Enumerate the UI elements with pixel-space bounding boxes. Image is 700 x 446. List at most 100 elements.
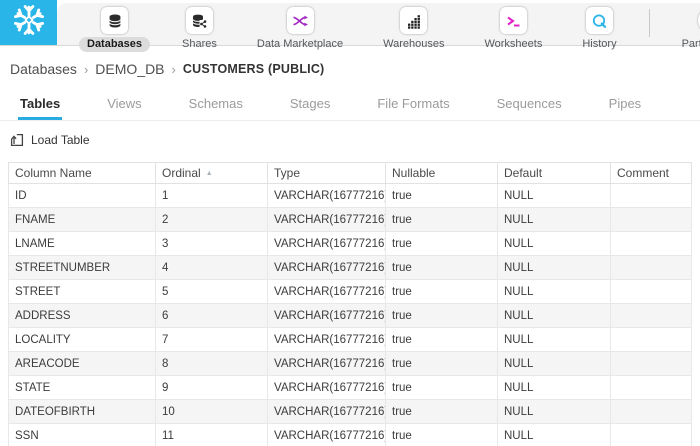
breadcrumb-databases[interactable]: Databases [10,61,77,77]
column-header-nullable[interactable]: Nullable [386,163,498,184]
cell-type: VARCHAR(16777216) [268,208,386,232]
cell-comment [611,304,692,328]
cell-default: NULL [498,400,611,424]
cell-name: STATE [9,376,156,400]
table-row[interactable]: STREET5VARCHAR(16777216)trueNULL [9,280,692,304]
nav-item-warehouses[interactable]: Warehouses [375,7,452,52]
cell-comment [611,256,692,280]
cell-ordinal: 3 [156,232,268,256]
tab-tables[interactable]: Tables [18,90,62,120]
cell-type: VARCHAR(16777216) [268,304,386,328]
table-row[interactable]: LOCALITY7VARCHAR(16777216)trueNULL [9,328,692,352]
cell-nullable: true [386,424,498,446]
cell-nullable: true [386,256,498,280]
cell-name: FNAME [9,208,156,232]
cell-ordinal: 10 [156,400,268,424]
column-header-label: Type [274,166,300,180]
cell-default: NULL [498,184,611,208]
nav-label: Shares [174,37,225,52]
column-header-ordinal[interactable]: Ordinal▲ [156,163,268,184]
column-header-column-name[interactable]: Column Name [9,163,156,184]
cell-type: VARCHAR(16777216) [268,424,386,446]
worksheets-icon [500,7,527,34]
top-nav-bar: Databases Shares [0,0,700,46]
snowflake-logo[interactable] [0,0,57,45]
load-table-icon [10,133,24,147]
nav-label: Data Marketplace [249,37,351,52]
column-table-body: ID1VARCHAR(16777216)trueNULLFNAME2VARCHA… [9,184,692,446]
columns-table: Column Name Ordinal▲ Type Nullable Defau… [8,162,692,446]
table-row[interactable]: ID1VARCHAR(16777216)trueNULL [9,184,692,208]
table-row[interactable]: DATEOFBIRTH10VARCHAR(16777216)trueNULL [9,400,692,424]
cell-name: LOCALITY [9,328,156,352]
table-toolbar: Load Table [0,121,700,162]
column-header-comment[interactable]: Comment [611,163,692,184]
cell-comment [611,232,692,256]
column-header-label: Nullable [392,166,435,180]
cell-name: STREETNUMBER [9,256,156,280]
cell-type: VARCHAR(16777216) [268,232,386,256]
tab-file-formats[interactable]: File Formats [375,90,451,120]
breadcrumb-separator: › [172,62,176,77]
breadcrumb-demo-db[interactable]: DEMO_DB [95,61,164,77]
load-table-label: Load Table [31,133,90,147]
cell-default: NULL [498,232,611,256]
cell-comment [611,376,692,400]
cell-ordinal: 9 [156,376,268,400]
tab-views[interactable]: Views [105,90,143,120]
table-row[interactable]: FNAME2VARCHAR(16777216)trueNULL [9,208,692,232]
tab-sequences[interactable]: Sequences [495,90,564,120]
cell-nullable: true [386,208,498,232]
tab-schemas[interactable]: Schemas [187,90,245,120]
history-icon [586,7,613,34]
warehouses-icon [400,7,427,34]
cell-nullable: true [386,280,498,304]
table-row[interactable]: ADDRESS6VARCHAR(16777216)trueNULL [9,304,692,328]
cell-default: NULL [498,208,611,232]
cell-ordinal: 5 [156,280,268,304]
cell-type: VARCHAR(16777216) [268,352,386,376]
cell-default: NULL [498,424,611,446]
nav-item-history[interactable]: History [574,7,624,52]
table-row[interactable]: SSN11VARCHAR(16777216)trueNULL [9,424,692,446]
cell-nullable: true [386,400,498,424]
cell-nullable: true [386,184,498,208]
tab-pipes[interactable]: Pipes [607,90,644,120]
cell-nullable: true [386,328,498,352]
nav-label: Databases [79,37,150,52]
nav-item-shares[interactable]: Shares [174,7,225,52]
table-row[interactable]: STATE9VARCHAR(16777216)trueNULL [9,376,692,400]
column-header-label: Column Name [15,166,92,180]
column-header-label: Ordinal [162,166,201,180]
nav-item-worksheets[interactable]: Worksheets [476,7,550,52]
column-header-default[interactable]: Default [498,163,611,184]
nav-label: Worksheets [476,37,550,52]
cell-ordinal: 2 [156,208,268,232]
nav-item-data-marketplace[interactable]: Data Marketplace [249,7,351,52]
tab-stages[interactable]: Stages [288,90,332,120]
cell-default: NULL [498,352,611,376]
cell-default: NULL [498,280,611,304]
column-header-label: Comment [617,166,669,180]
cell-ordinal: 8 [156,352,268,376]
cell-nullable: true [386,352,498,376]
column-header-label: Default [504,166,542,180]
nav-item-databases[interactable]: Databases [79,7,150,52]
cell-name: ADDRESS [9,304,156,328]
cell-ordinal: 6 [156,304,268,328]
column-header-type[interactable]: Type [268,163,386,184]
cell-comment [611,424,692,446]
load-table-button[interactable]: Load Table [10,133,90,147]
cell-name: DATEOFBIRTH [9,400,156,424]
nav-item-partner-connect[interactable]: Partner Con [674,7,700,52]
shares-icon [186,7,213,34]
cell-type: VARCHAR(16777216) [268,400,386,424]
cell-comment [611,184,692,208]
table-row[interactable]: AREACODE8VARCHAR(16777216)trueNULL [9,352,692,376]
table-row[interactable]: LNAME3VARCHAR(16777216)trueNULL [9,232,692,256]
databases-icon [101,7,128,34]
cell-default: NULL [498,304,611,328]
table-row[interactable]: STREETNUMBER4VARCHAR(16777216)trueNULL [9,256,692,280]
cell-ordinal: 4 [156,256,268,280]
cell-name: LNAME [9,232,156,256]
